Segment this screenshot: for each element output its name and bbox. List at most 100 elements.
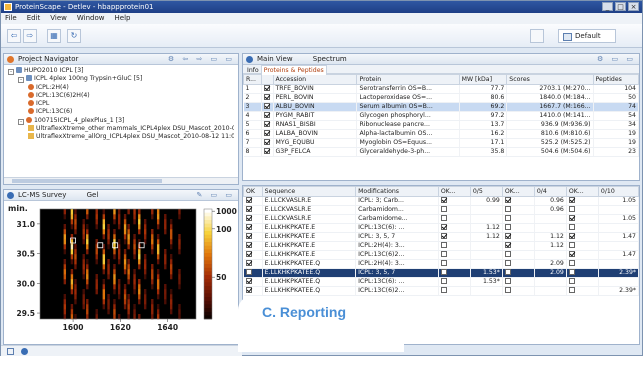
checkbox-unchecked[interactable] [504, 224, 511, 230]
checkbox-unchecked[interactable] [504, 287, 511, 293]
checkbox-checked[interactable] [245, 224, 252, 230]
checkbox-unchecked[interactable] [568, 269, 575, 275]
quant-ok-cell[interactable] [438, 241, 471, 251]
quant-ok-cell[interactable] [502, 241, 535, 251]
back-arrow-icon[interactable]: ⇦ [7, 29, 21, 43]
checkbox-unchecked[interactable] [504, 260, 511, 266]
protein-check-cell[interactable] [261, 120, 274, 130]
checkbox-unchecked[interactable] [440, 287, 447, 293]
peptide-column-header[interactable]: Sequence [261, 186, 357, 197]
protein-check-cell[interactable] [261, 93, 274, 103]
quant-ok-cell[interactable] [566, 214, 599, 224]
peptide-row[interactable]: E.LLKHKPKATEE.Q ICPL:13C(6): ... 1.53* [243, 277, 640, 287]
quant-ok-cell[interactable] [502, 205, 535, 215]
checkbox-unchecked[interactable] [245, 269, 252, 275]
tab-proteins-peptides[interactable]: Proteins & Peptides [260, 65, 327, 75]
protein-check-cell[interactable] [261, 129, 274, 139]
checkbox-unchecked[interactable] [440, 251, 447, 257]
quant-ok-cell[interactable] [502, 196, 535, 206]
quant-ok-cell[interactable] [438, 223, 471, 233]
checkbox-checked[interactable] [264, 121, 271, 127]
expand-toggle-icon[interactable]: - [18, 77, 24, 84]
checkbox-checked[interactable] [568, 197, 575, 203]
protein-column-header[interactable] [261, 74, 274, 85]
protein-check-cell[interactable] [261, 102, 274, 112]
quant-ok-cell[interactable] [438, 268, 471, 278]
pane-toolbar-icons[interactable]: ⚙ ▭ ▭ [597, 54, 636, 64]
quant-ok-cell[interactable] [566, 277, 599, 287]
protein-row[interactable]: 7 MYG_EQUBU Myoglobin OS=Equus... 17.1 525.2… [243, 138, 640, 148]
protein-row[interactable]: 5 RNAS1_BISBI Ribonuclease pancre... 13.7 93… [243, 120, 640, 130]
quant-ok-cell[interactable] [566, 223, 599, 233]
menu-view[interactable]: View [50, 13, 67, 24]
menu-help[interactable]: Help [115, 13, 131, 24]
protein-column-header[interactable]: MW [kDa] [458, 74, 508, 85]
tree-item[interactable]: - HUPO2010 ICPL [3] [8, 67, 234, 75]
checkbox-unchecked[interactable] [504, 278, 511, 284]
quant-ok-cell[interactable] [502, 250, 535, 260]
checkbox-checked[interactable] [245, 242, 252, 248]
quant-ok-cell[interactable] [438, 205, 471, 215]
quant-ok-cell[interactable] [502, 214, 535, 224]
checkbox-checked[interactable] [245, 278, 252, 284]
peptide-ok-cell[interactable] [243, 250, 263, 260]
checkbox-checked[interactable] [504, 233, 511, 239]
peptide-row[interactable]: E.LLCKVASLR.E ICPL: 3; Carb... 0.99 0.96 1.0… [243, 196, 640, 206]
peptide-ok-cell[interactable] [243, 277, 263, 287]
peptide-ok-cell[interactable] [243, 259, 263, 269]
peptide-row[interactable]: E.LLKHKPKATE.E ICPL:13C(6): ... 1.12 [243, 223, 640, 233]
quant-ok-cell[interactable] [438, 232, 471, 242]
expand-toggle-icon[interactable]: - [8, 69, 14, 75]
protein-check-cell[interactable] [261, 111, 274, 121]
peptide-column-header[interactable]: 0/5 [469, 186, 503, 197]
quant-ok-cell[interactable] [502, 277, 535, 287]
expand-toggle-icon[interactable]: - [18, 118, 24, 125]
peptide-ok-cell[interactable] [243, 214, 263, 224]
quant-ok-cell[interactable] [438, 277, 471, 287]
peptide-ok-cell[interactable] [243, 241, 263, 251]
tree-item[interactable]: ICPL [8, 100, 234, 108]
status-icon[interactable] [7, 348, 14, 355]
checkbox-checked[interactable] [245, 215, 252, 221]
peptide-column-header[interactable]: OK... [501, 186, 535, 197]
peptide-row[interactable]: E.LLCKVASLR.E Carbamidome... 1.05 [243, 214, 640, 224]
tree-item[interactable]: ICPL:13C(6)2H(4) [8, 91, 234, 100]
checkbox-checked[interactable] [504, 197, 511, 203]
protein-column-header[interactable]: Scores [506, 74, 594, 85]
protein-row[interactable]: 4 PYGM_RABIT Glycogen phosphoryl... 97.2 141… [243, 111, 640, 121]
open-perspective-icon[interactable] [530, 29, 544, 43]
checkbox-unchecked[interactable] [568, 260, 575, 266]
close-button[interactable]: × [628, 2, 639, 11]
checkbox-checked[interactable] [568, 233, 575, 239]
peptide-column-header[interactable]: OK [243, 186, 263, 197]
protein-row[interactable]: 3 ALBU_BOVIN Serum albumin OS=B... 69.2 1667… [243, 102, 640, 112]
quant-ok-cell[interactable] [502, 232, 535, 242]
tab-main-view[interactable]: Main View [257, 55, 293, 63]
checkbox-checked[interactable] [264, 112, 271, 118]
quant-ok-cell[interactable] [438, 259, 471, 269]
checkbox-unchecked[interactable] [568, 287, 575, 293]
tree-item[interactable]: - 100715ICPL_4_plexPlus_1 [3] [8, 116, 234, 125]
checkbox-unchecked[interactable] [440, 278, 447, 284]
checkbox-unchecked[interactable] [504, 206, 511, 212]
peptide-column-header[interactable]: 0/4 [533, 186, 567, 197]
tree-item[interactable]: UltraflexXtreme_other mammals_ICPL4plex … [8, 125, 234, 133]
pane-toolbar-icons[interactable]: ⚙ ⇦ ⇨ ▭ ▭ [168, 54, 235, 64]
quant-ok-cell[interactable] [502, 259, 535, 269]
checkbox-unchecked[interactable] [440, 260, 447, 266]
checkbox-checked[interactable] [504, 242, 511, 248]
peptide-ok-cell[interactable] [243, 196, 263, 206]
checkbox-unchecked[interactable] [568, 206, 575, 212]
quant-ok-cell[interactable] [566, 259, 599, 269]
checkbox-checked[interactable] [245, 287, 252, 293]
peptide-row[interactable]: E.LLKHKPKATEE.Q ICPL:2H(4): 3... 2.09 [243, 259, 640, 269]
peptide-column-header[interactable]: OK... [565, 186, 599, 197]
protein-row[interactable]: 1 TRFE_BOVIN Serotransferrin OS=B... 77.7 27… [243, 84, 640, 94]
protein-row[interactable]: 6 LALBA_BOVIN Alpha-lactalbumin OS... 16.2 8… [243, 129, 640, 139]
peptide-row[interactable]: E.LLKHKPKATEE.Q ICPL: 3, 5, 7 1.53* 2.09 2.3… [243, 268, 640, 278]
quant-ok-cell[interactable] [566, 286, 599, 296]
checkbox-unchecked[interactable] [568, 224, 575, 230]
minimize-button[interactable]: _ [602, 2, 613, 11]
checkbox-unchecked[interactable] [440, 206, 447, 212]
peptide-row[interactable]: E.LLKHKPKATE.E ICPL:2H(4): 3... 1.12 [243, 241, 640, 251]
